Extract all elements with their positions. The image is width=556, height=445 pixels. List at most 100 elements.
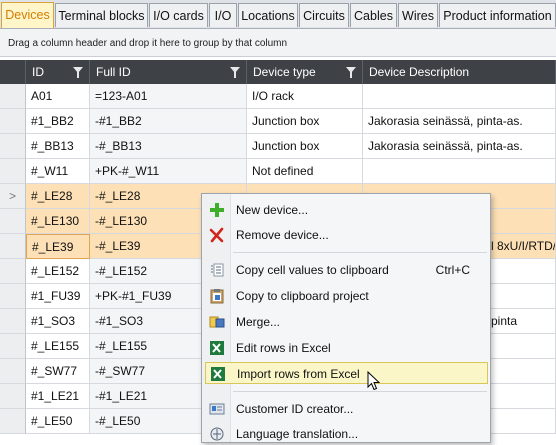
table-row[interactable]: #_BB13 -#_BB13 Junction box Jakorasia se… (0, 134, 556, 159)
tab-devices[interactable]: Devices (1, 2, 54, 28)
column-header-device-description[interactable]: Device Description (363, 60, 556, 84)
tab-product-information[interactable]: Product information (439, 3, 556, 27)
cell-device-type[interactable]: Not defined (247, 159, 363, 184)
translation-icon (210, 427, 224, 441)
menu-item-label: Copy to clipboard project (236, 289, 369, 303)
column-header-label: Full ID (96, 65, 131, 79)
tab-cables[interactable]: Cables (350, 3, 397, 27)
filter-icon[interactable] (73, 67, 83, 78)
row-indicator[interactable] (0, 159, 26, 184)
cell-device-type[interactable]: I/O rack (247, 84, 363, 109)
menu-separator (233, 252, 487, 253)
row-indicator[interactable] (0, 109, 26, 134)
cell-description[interactable] (363, 159, 556, 184)
menu-item-remove-device[interactable]: Remove device... (205, 224, 488, 246)
tab-io[interactable]: I/O (209, 3, 237, 27)
cell-id[interactable]: #1_LE21 (26, 384, 90, 409)
menu-item-language-translation[interactable]: Language translation... (205, 423, 488, 445)
table-row[interactable]: #_W11 +PK-#_W11 Not defined (0, 159, 556, 184)
cell-id[interactable]: #1_BB2 (26, 109, 90, 134)
tab-circuits[interactable]: Circuits (299, 3, 349, 27)
cell-description[interactable]: Jakorasia seinässä, pinta-as. (363, 134, 556, 159)
cell-id[interactable]: #_LE130 (26, 209, 90, 234)
menu-item-customer-id-creator[interactable]: Customer ID creator... (205, 398, 488, 420)
filter-icon[interactable] (346, 67, 356, 78)
menu-item-label: Customer ID creator... (236, 402, 354, 416)
header-indicator-cell (0, 60, 26, 84)
menu-item-label: Edit rows in Excel (236, 341, 331, 355)
menu-item-import-excel[interactable]: Import rows from Excel (205, 362, 488, 384)
row-indicator[interactable] (0, 84, 26, 109)
row-indicator[interactable] (0, 209, 26, 234)
cell-full-id[interactable]: -#_BB13 (90, 134, 247, 159)
tab-wires[interactable]: Wires (398, 3, 438, 27)
row-indicator[interactable] (0, 309, 26, 334)
row-indicator[interactable] (0, 384, 26, 409)
menu-item-shortcut: Ctrl+C (435, 263, 470, 277)
row-indicator[interactable] (0, 234, 26, 259)
cell-full-id[interactable]: +PK-#_W11 (90, 159, 247, 184)
context-menu: New device... Remove device... Copy cell… (201, 193, 491, 443)
cell-id[interactable]: #_LE155 (26, 334, 90, 359)
cell-id[interactable]: #_BB13 (26, 134, 90, 159)
menu-item-label: New device... (236, 203, 309, 217)
cell-id[interactable]: #_LE50 (26, 409, 90, 434)
menu-separator (233, 391, 487, 392)
cell-id[interactable]: #_W11 (26, 159, 90, 184)
column-header-label: Device type (253, 65, 316, 79)
menu-item-copy-project[interactable]: Copy to clipboard project (205, 285, 488, 307)
group-panel-hint: Drag a column header and drop it here to… (8, 38, 288, 49)
menu-item-new-device[interactable]: New device... (205, 199, 488, 221)
copy-list-icon (211, 263, 224, 277)
column-header-label: Device Description (369, 65, 470, 79)
cell-description[interactable]: Jakorasia seinässä, pinta-as. (363, 109, 556, 134)
cell-full-id[interactable]: =123-A01 (90, 84, 247, 109)
excel-icon (210, 341, 224, 355)
menu-item-label: Language translation... (236, 427, 359, 441)
column-header-device-type[interactable]: Device type (247, 60, 363, 84)
cell-id[interactable]: A01 (26, 84, 90, 109)
grid-header: ID Full ID Device type Device Descriptio… (0, 60, 556, 84)
row-indicator[interactable] (0, 359, 26, 384)
id-card-icon (209, 403, 225, 415)
cell-device-type[interactable]: Junction box (247, 134, 363, 159)
menu-item-copy-cells[interactable]: Copy cell values to clipboard Ctrl+C (205, 259, 488, 281)
cell-id[interactable]: #1_SO3 (26, 309, 90, 334)
column-header-full-id[interactable]: Full ID (90, 60, 247, 84)
cell-device-type[interactable]: Junction box (247, 109, 363, 134)
menu-item-merge[interactable]: Merge... (205, 311, 488, 333)
excel-import-icon (211, 367, 225, 381)
row-indicator[interactable] (0, 134, 26, 159)
row-indicator[interactable] (0, 259, 26, 284)
cell-id[interactable]: #_LE28 (26, 184, 90, 209)
table-row[interactable]: A01 =123-A01 I/O rack (0, 84, 556, 109)
menu-item-label: Import rows from Excel (237, 367, 360, 381)
menu-item-label: Remove device... (236, 228, 329, 242)
row-indicator[interactable] (0, 409, 26, 434)
menu-item-label: Copy cell values to clipboard (236, 263, 389, 277)
filter-icon[interactable] (230, 67, 240, 78)
row-indicator[interactable] (0, 284, 26, 309)
clipboard-icon (210, 289, 224, 304)
cell-description[interactable] (363, 84, 556, 109)
tab-bar: Devices Terminal blocks I/O cards I/O Lo… (0, 0, 556, 29)
tab-io-cards[interactable]: I/O cards (149, 3, 208, 27)
cell-id-current[interactable]: #_LE39 (26, 234, 90, 259)
tab-terminal-blocks[interactable]: Terminal blocks (55, 3, 148, 27)
row-indicator[interactable] (0, 334, 26, 359)
cell-full-id[interactable]: -#1_BB2 (90, 109, 247, 134)
table-row[interactable]: #1_BB2 -#1_BB2 Junction box Jakorasia se… (0, 109, 556, 134)
menu-item-label: Merge... (236, 315, 281, 329)
group-by-panel[interactable]: Drag a column header and drop it here to… (0, 29, 556, 57)
menu-item-edit-excel[interactable]: Edit rows in Excel (205, 337, 488, 359)
column-header-id[interactable]: ID (26, 60, 90, 84)
cell-id[interactable]: #_LE152 (26, 259, 90, 284)
cell-id[interactable]: #1_FU39 (26, 284, 90, 309)
add-icon (210, 203, 224, 217)
cell-id[interactable]: #_SW77 (26, 359, 90, 384)
delete-icon (209, 227, 224, 243)
current-row-indicator[interactable]: > (0, 184, 26, 209)
column-header-label: ID (32, 65, 44, 79)
mouse-pointer-icon (367, 371, 381, 391)
tab-locations[interactable]: Locations (238, 3, 298, 27)
